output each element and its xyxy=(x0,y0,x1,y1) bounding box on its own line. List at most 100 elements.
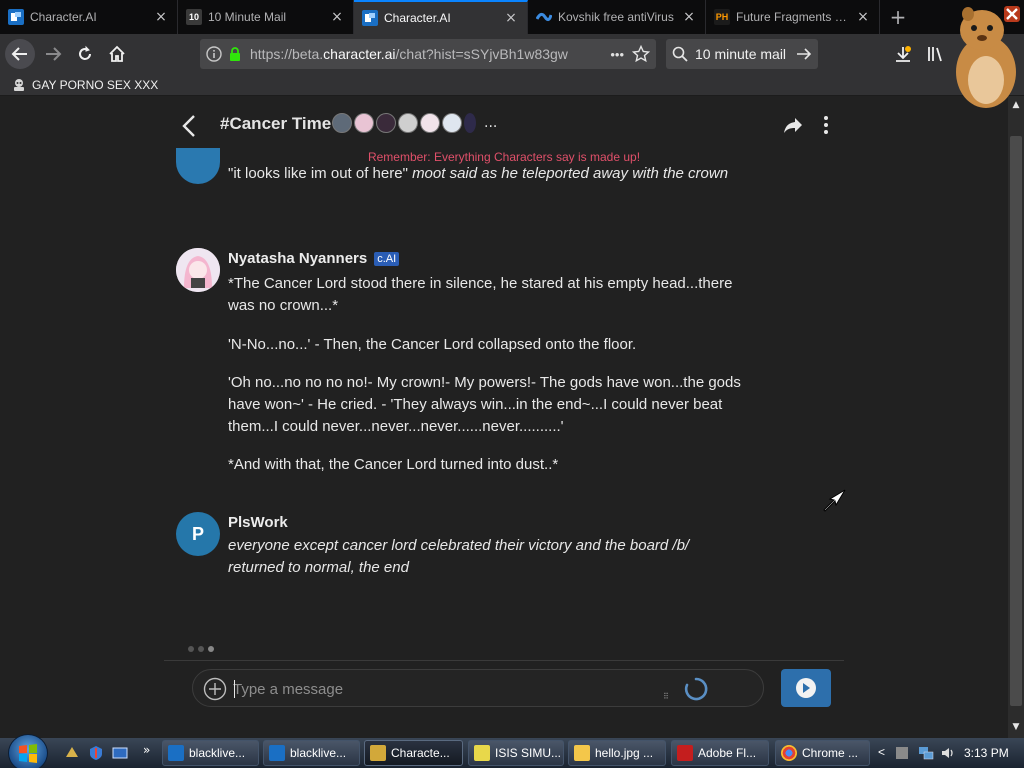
message-author[interactable]: Nyatasha Nyanners xyxy=(228,250,367,267)
close-tab-icon[interactable]: × xyxy=(329,9,345,25)
taskbar-item-label: Adobe Fl... xyxy=(698,746,757,760)
kebab-menu-icon[interactable] xyxy=(820,114,832,136)
cai-badge: c.AI xyxy=(374,251,400,266)
hamster-mascot-icon[interactable] xyxy=(946,0,1024,112)
tab-character-ai-1[interactable]: Character.AI × xyxy=(0,0,178,34)
taskbar-item-label: ISIS SIMU... xyxy=(495,746,562,760)
taskbar-item[interactable]: hello.jpg ... xyxy=(568,740,666,766)
tab-title: Character.AI xyxy=(30,10,97,24)
user-avatar[interactable]: P xyxy=(176,512,220,556)
navigation-toolbar: https://beta.character.ai/chat?hist=sSYj… xyxy=(0,34,1024,74)
app-icon xyxy=(574,745,590,761)
home-button[interactable] xyxy=(102,39,132,69)
chat-message: everyone except cancer lord celebrated t… xyxy=(228,535,748,579)
clock[interactable]: 3:13 PM xyxy=(964,746,1009,760)
lock-icon xyxy=(230,47,240,61)
message-paragraph: 'N-No...no...' - Then, the Cancer Lord c… xyxy=(228,336,637,353)
add-attachment-icon[interactable] xyxy=(203,677,227,701)
participant-avatar xyxy=(442,113,462,133)
message-text: everyone except cancer lord celebrated t… xyxy=(228,537,690,576)
screen: Character.AI × 10 10 Minute Mail × Chara… xyxy=(0,0,1024,768)
close-tab-icon[interactable]: × xyxy=(153,9,169,25)
message-input[interactable] xyxy=(233,678,663,700)
forward-button[interactable] xyxy=(38,39,68,69)
ten-minute-mail-favicon-icon: 10 xyxy=(186,9,202,25)
close-tab-icon[interactable]: × xyxy=(855,9,871,25)
tab-future-fragments[interactable]: PH Future Fragments Porn × xyxy=(706,0,880,34)
system-tray: < 3:13 PM xyxy=(876,738,1024,768)
tab-title: 10 Minute Mail xyxy=(208,10,287,24)
message-paragraph: *And with that, the Cancer Lord turned i… xyxy=(228,456,559,473)
taskbar-item[interactable]: blacklive... xyxy=(263,740,360,766)
taskbar-item-label: Characte... xyxy=(391,746,450,760)
tray-app-icon[interactable] xyxy=(894,745,910,761)
scrollbar-thumb[interactable] xyxy=(1010,136,1022,706)
back-chevron-icon[interactable] xyxy=(178,112,202,140)
wave-favicon-icon xyxy=(536,9,552,25)
bookmark-star-icon[interactable] xyxy=(632,45,650,63)
taskbar-item[interactable]: ISIS SIMU... xyxy=(468,740,564,766)
download-icon xyxy=(896,46,911,62)
chat-header: #Cancer Time ... xyxy=(164,96,844,156)
character-ai-favicon-icon xyxy=(362,10,378,26)
chat-title: #Cancer Time xyxy=(220,114,332,133)
taskbar-item[interactable]: blacklive... xyxy=(162,740,259,766)
windows-taskbar: » blacklive... blacklive... Characte... … xyxy=(0,734,1024,768)
reload-button[interactable] xyxy=(70,39,100,69)
app-icon xyxy=(474,745,490,761)
close-tab-icon[interactable]: × xyxy=(681,9,697,25)
tab-character-ai-2[interactable]: Character.AI × xyxy=(354,0,528,34)
share-icon[interactable] xyxy=(782,114,804,136)
downloads-button[interactable] xyxy=(888,39,918,69)
tab-title: Character.AI xyxy=(384,11,451,25)
ph-favicon-icon: PH xyxy=(714,9,730,25)
new-tab-button[interactable]: + xyxy=(884,4,912,30)
scroll-down-arrow-icon[interactable]: ▼ xyxy=(1008,722,1024,732)
volume-icon[interactable] xyxy=(940,745,956,761)
info-icon[interactable] xyxy=(206,46,222,62)
url-text[interactable]: https://beta.character.ai/chat?hist=sSYj… xyxy=(250,46,602,62)
chat-page: #Cancer Time ... Remember: Everything Ch… xyxy=(0,96,1008,738)
tab-strip: Character.AI × 10 10 Minute Mail × Chara… xyxy=(0,0,1024,34)
participant-avatars[interactable]: ... xyxy=(332,113,497,133)
more-participants-indicator[interactable]: ... xyxy=(484,115,497,131)
send-icon xyxy=(796,678,816,698)
tab-kovshik-antivirus[interactable]: Kovshik free antiVirus × xyxy=(528,0,706,34)
search-bar[interactable]: 10 minute mail xyxy=(666,39,818,69)
message-author[interactable]: PlsWork xyxy=(228,514,288,531)
bookmark-item[interactable]: GAY PORNO SEX XXX xyxy=(12,76,158,94)
arrow-right-icon xyxy=(46,47,62,61)
network-icon[interactable] xyxy=(918,745,934,761)
taskbar-item[interactable]: Characte... xyxy=(364,740,463,766)
disclaimer-text: Remember: Everything Characters say is m… xyxy=(367,150,641,164)
taskbar-item-label: blacklive... xyxy=(189,746,246,760)
search-go-arrow-icon[interactable] xyxy=(796,46,812,62)
taskbar-item[interactable]: Adobe Fl... xyxy=(671,740,769,766)
resize-grip-icon[interactable]: ⠿ xyxy=(663,692,669,701)
send-button[interactable] xyxy=(781,669,831,707)
tab-10-minute-mail[interactable]: 10 10 Minute Mail × xyxy=(178,0,354,34)
show-desktop-icon[interactable] xyxy=(112,745,128,761)
message-author-row: Nyatasha Nyanners c.AI xyxy=(228,250,400,267)
message-action: moot said as he teleported away with the… xyxy=(412,165,729,182)
participant-avatar xyxy=(464,113,476,133)
quicklaunch-app-icon[interactable] xyxy=(64,745,80,761)
library-icon xyxy=(928,47,942,62)
back-button[interactable] xyxy=(5,39,35,69)
character-avatar[interactable] xyxy=(176,248,220,292)
app-icon xyxy=(677,745,693,761)
page-scrollbar[interactable]: ▲ ▼ xyxy=(1008,96,1024,738)
loading-spinner-icon xyxy=(684,677,708,701)
taskbar-item[interactable]: Chrome ... xyxy=(775,740,870,766)
close-tab-icon[interactable]: × xyxy=(503,10,519,26)
text-caret xyxy=(234,680,235,698)
message-quote: "it looks like im out of here" xyxy=(228,165,408,182)
quicklaunch-shield-icon[interactable] xyxy=(88,745,104,761)
url-bar[interactable]: https://beta.character.ai/chat?hist=sSYj… xyxy=(200,39,656,69)
bookmark-label: GAY PORNO SEX XXX xyxy=(32,78,159,92)
quicklaunch-more-icon[interactable]: » xyxy=(143,743,150,757)
start-button[interactable] xyxy=(8,734,48,768)
tray-expand-icon[interactable]: < xyxy=(878,745,885,759)
page-actions-icon[interactable]: ••• xyxy=(610,47,624,62)
taskbar-item-label: blacklive... xyxy=(290,746,347,760)
